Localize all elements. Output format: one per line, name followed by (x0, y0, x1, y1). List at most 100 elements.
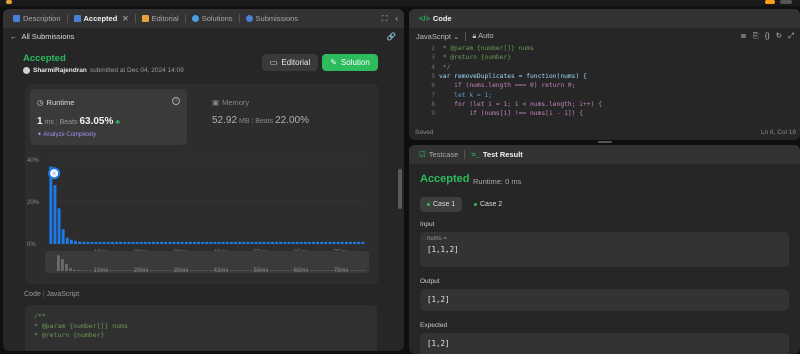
chart-bar[interactable] (160, 241, 164, 244)
chart-bar[interactable] (90, 241, 94, 244)
chart-bar[interactable] (127, 241, 131, 244)
chart-bar[interactable] (291, 241, 295, 244)
chart-bar[interactable] (336, 241, 340, 244)
chart-bar[interactable] (172, 241, 176, 244)
chart-bar[interactable] (131, 241, 135, 244)
chart-bar[interactable] (74, 240, 77, 244)
chart-bar[interactable] (188, 241, 192, 244)
chart-bar[interactable] (287, 241, 291, 244)
chart-bar[interactable] (303, 241, 307, 244)
chart-bar[interactable] (275, 241, 279, 244)
tab-code[interactable]: </> Code (415, 9, 456, 28)
chart-bar[interactable] (242, 241, 246, 244)
scrollbar[interactable] (398, 169, 402, 209)
tab-accepted[interactable]: Accepted ✕ (70, 9, 133, 28)
chart-bar[interactable] (98, 241, 102, 244)
chart-bar[interactable] (258, 241, 262, 244)
chart-bar[interactable] (328, 241, 332, 244)
editorial-button[interactable]: ▭ Editorial (262, 54, 318, 71)
tab-description[interactable]: Description (9, 9, 65, 28)
chart-bar[interactable] (357, 241, 361, 244)
maximize-icon[interactable]: ⛶ (382, 14, 388, 24)
chart-bar[interactable] (184, 241, 188, 244)
close-icon[interactable]: ✕ (122, 14, 128, 23)
case-1-tab[interactable]: Case 1 (420, 197, 463, 212)
chart-bar[interactable] (266, 241, 270, 244)
chart-bar[interactable] (110, 241, 114, 244)
chart-bar[interactable] (94, 241, 98, 244)
memory-label[interactable]: ▣ Memory (212, 98, 249, 107)
chart-bar[interactable] (262, 241, 266, 244)
link-icon[interactable]: 🔗 (387, 32, 396, 41)
runtime-distribution-chart[interactable]: 40%20%0% 10ms20ms30ms42ms55ms65ms75ms 10… (25, 150, 379, 280)
chart-bar[interactable] (361, 241, 365, 244)
chart-bar[interactable] (217, 241, 221, 244)
chart-bar[interactable] (271, 241, 274, 244)
chart-bar[interactable] (229, 241, 233, 244)
panel-resize-handle[interactable] (409, 141, 800, 144)
chart-bar[interactable] (65, 237, 69, 244)
info-icon[interactable]: i (172, 97, 180, 105)
chart-bar[interactable] (353, 241, 356, 244)
chart-bar[interactable] (283, 241, 287, 244)
chart-bar[interactable] (139, 241, 143, 244)
chart-bar[interactable] (250, 241, 254, 244)
chart-bar[interactable] (151, 241, 155, 244)
chart-bar[interactable] (102, 241, 106, 244)
analyze-complexity-link[interactable]: ✦ Analyze Complexity (37, 131, 96, 138)
chart-bar[interactable] (156, 241, 160, 244)
chart-bar[interactable] (312, 241, 315, 244)
chart-bar[interactable] (320, 241, 324, 244)
chart-bar[interactable] (299, 241, 303, 244)
chart-bar[interactable] (86, 241, 90, 244)
chart-bar[interactable] (106, 241, 110, 244)
code-editor[interactable]: 2 * @param {number[]} nums 3 * @return {n… (409, 44, 800, 128)
chart-bar[interactable] (234, 241, 237, 244)
notes-icon[interactable]: ≣ (740, 31, 746, 41)
runtime-box[interactable]: ◷ Runtime i 1 ms | Beats 63.05% ♣ ✦ Anal… (30, 89, 187, 145)
chart-bar[interactable] (61, 229, 65, 244)
chart-bar[interactable] (332, 241, 336, 244)
chart-bar[interactable] (205, 241, 209, 244)
chart-bar[interactable] (57, 208, 61, 244)
chart-bar[interactable] (168, 241, 172, 244)
chart-bar[interactable] (147, 241, 151, 244)
chart-bar[interactable] (69, 239, 73, 244)
tab-testcase[interactable]: ☑ Testcase (415, 145, 462, 164)
tab-solutions[interactable]: Solutions (188, 9, 237, 28)
chart-bar[interactable] (164, 241, 168, 244)
author-name[interactable]: SharmiRajendran (33, 67, 87, 74)
chart-bar[interactable] (119, 241, 123, 244)
tab-submissions[interactable]: Submissions (242, 9, 303, 28)
chart-bar[interactable] (225, 241, 229, 244)
chart-bar[interactable] (82, 241, 86, 244)
chart-bar[interactable] (340, 241, 344, 244)
reset-icon[interactable]: ↻ (776, 31, 782, 41)
chevron-left-icon[interactable]: ‹ (395, 14, 398, 23)
chart-bar[interactable] (197, 241, 201, 244)
chart-bar[interactable] (348, 241, 352, 244)
chart-bar[interactable] (324, 241, 328, 244)
chart-bar[interactable] (246, 241, 250, 244)
chart-bar[interactable] (143, 241, 147, 244)
tab-editorial[interactable]: Editorial (138, 9, 183, 28)
case-2-tab[interactable]: Case 2 (467, 197, 509, 212)
chart-bar[interactable] (279, 241, 283, 244)
chart-bar[interactable] (316, 241, 320, 244)
all-submissions-link[interactable]: ← All Submissions 🔗 (3, 28, 404, 44)
chart-bar[interactable] (135, 241, 139, 244)
chart-bar[interactable] (295, 241, 299, 244)
chart-bar[interactable] (209, 241, 213, 244)
chart-bar[interactable] (213, 241, 217, 244)
chart-bar[interactable] (115, 241, 118, 244)
chart-bar[interactable] (344, 241, 348, 244)
chart-bar[interactable] (123, 241, 127, 244)
expand-icon[interactable]: ⤢ (788, 31, 794, 41)
chart-bar[interactable] (193, 241, 196, 244)
chart-bar[interactable] (221, 241, 225, 244)
bookmark-icon[interactable]: ⎘ (753, 31, 759, 41)
tab-test-result[interactable]: >_ Test Result (467, 145, 526, 164)
chart-bar[interactable] (176, 241, 180, 244)
chart-bar[interactable] (53, 185, 57, 244)
chart-bar[interactable] (78, 241, 82, 244)
